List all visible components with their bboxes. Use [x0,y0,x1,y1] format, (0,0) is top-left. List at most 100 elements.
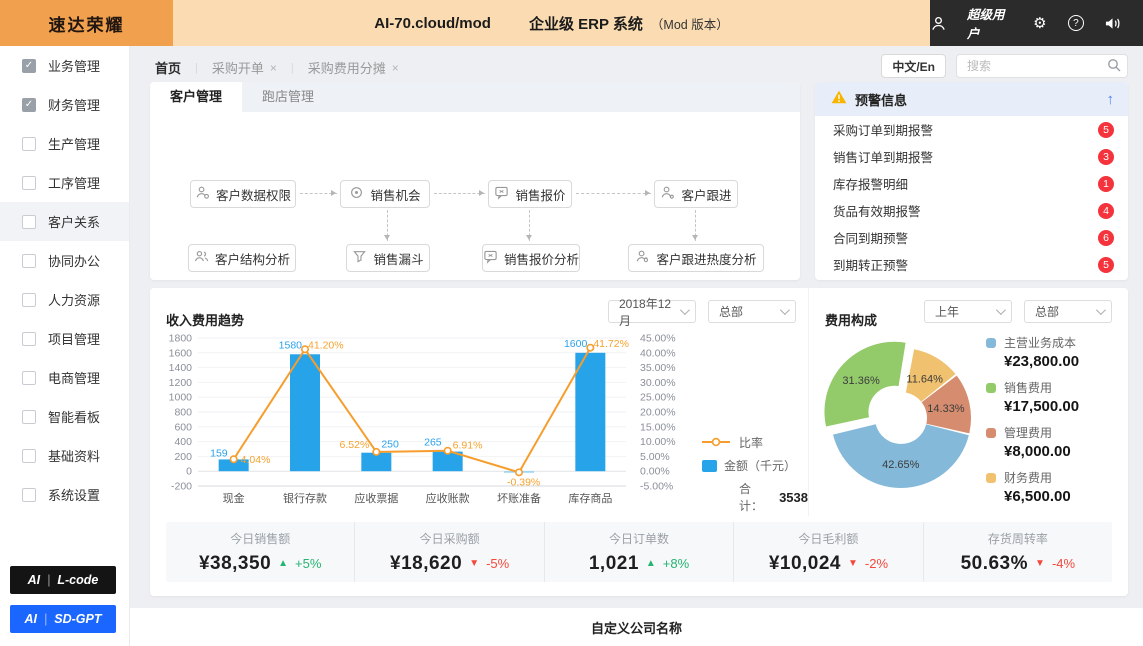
workflow-node[interactable]: 销售机会 [340,180,430,208]
warning-icon [831,90,847,109]
alert-item-label: 合同到期预警 [833,228,1098,247]
svg-text:800: 800 [174,407,192,419]
sidebar-item[interactable]: ✓财务管理 [0,85,129,124]
workflow-tab[interactable]: 客户管理 [150,82,242,112]
language-toggle-button[interactable]: 中文/En [881,54,946,78]
current-user[interactable]: 超级用户 [967,4,1012,42]
sound-icon[interactable] [1104,14,1121,32]
stat-value: ¥18,620 [390,553,462,575]
checkbox-icon[interactable] [22,176,36,190]
alert-count-badge: 3 [1098,149,1114,165]
workflow-node[interactable]: 客户跟进 [654,180,738,208]
org-select[interactable]: 总部 [1024,300,1112,323]
search-icon[interactable] [1107,58,1121,77]
workflow-tab[interactable]: 跑店管理 [242,82,334,112]
donut-legend: 主营业务成本¥23,800.00销售费用¥17,500.00管理费用¥8,000… [986,334,1079,505]
sidebar-item[interactable]: 电商管理 [0,358,129,397]
breadcrumb: 首页|采购开单×|采购费用分摊× [155,58,399,77]
checkbox-icon[interactable] [22,488,36,502]
stat-value: 1,021 [589,553,639,575]
svg-text:600: 600 [174,421,192,433]
app-logo[interactable]: 速达荣耀 [0,0,173,46]
alert-item[interactable]: 采购订单到期报警5 [815,116,1128,143]
svg-text:应收账款: 应收账款 [426,491,470,505]
checkbox-icon[interactable] [22,410,36,424]
alert-item[interactable]: 到期转正预警5 [815,251,1128,278]
breadcrumb-tab[interactable]: 首页 [155,58,181,77]
sidebar-item-label: 电商管理 [48,368,100,387]
ai-sdgpt-badge[interactable]: AI | SD-GPT [10,605,116,633]
workflow-node[interactable]: 销售报价 [488,180,572,208]
legend-dot-icon [986,473,996,483]
checkbox-icon[interactable] [22,215,36,229]
workflow-node[interactable]: 客户结构分析 [188,244,296,272]
sidebar-item[interactable]: 生产管理 [0,124,129,163]
sidebar-item[interactable]: 人力资源 [0,280,129,319]
sidebar-item[interactable]: 协同办公 [0,241,129,280]
workflow-node[interactable]: 销售报价分析 [482,244,580,272]
help-icon[interactable]: ? [1068,14,1084,32]
donut-legend-amount: ¥17,500.00 [1004,398,1079,415]
org-select[interactable]: 总部 [708,300,796,323]
svg-text:1200: 1200 [169,377,193,389]
svg-text:-5.00%: -5.00% [640,481,673,493]
stat-delta: +5% [295,556,321,571]
workflow-node[interactable]: 客户跟进热度分析 [628,244,764,272]
alert-item[interactable]: 销售订单到期报警3 [815,143,1128,170]
searchbox [956,54,1128,78]
svg-text:银行存款: 银行存款 [283,491,327,505]
workflow-node[interactable]: 销售漏斗 [346,244,430,272]
ai-lcode-badge[interactable]: AI | L-code [10,566,116,594]
breadcrumb-tab[interactable]: 采购开单× [212,58,277,77]
sidebar-item[interactable]: 项目管理 [0,319,129,358]
legend-dot-icon [986,383,996,393]
close-icon[interactable]: × [392,61,399,75]
workflow-node-label: 销售机会 [370,185,420,204]
period-select[interactable]: 2018年12月 [608,300,696,323]
sidebar-item[interactable]: 系统设置 [0,475,129,514]
checkbox-icon[interactable] [22,293,36,307]
donut-legend-name-row: 主营业务成本 [986,334,1079,351]
sidebar-item[interactable]: 工序管理 [0,163,129,202]
flow-connector-arrow [387,210,388,241]
sidebar-item[interactable]: 客户关系 [0,202,129,241]
checkbox-icon[interactable] [22,254,36,268]
sidebar-item[interactable]: 智能看板 [0,397,129,436]
alert-item[interactable]: 合同到期预警6 [815,224,1128,251]
stat-value-row: 50.63%▼-4% [961,553,1075,575]
svg-text:159: 159 [210,447,228,459]
checkbox-icon[interactable] [22,371,36,385]
donut-legend-label: 销售费用 [1004,379,1052,396]
workflow-node-label: 销售报价分析 [504,249,579,268]
breadcrumb-tab[interactable]: 采购费用分摊× [308,58,399,77]
svg-text:20.00%: 20.00% [640,407,676,419]
donut-legend-label: 主营业务成本 [1004,334,1076,351]
checkbox-icon[interactable] [22,332,36,346]
alert-item[interactable]: 货品有效期报警4 [815,197,1128,224]
sidebar: ✓业务管理✓财务管理生产管理工序管理客户关系协同办公人力资源项目管理电商管理智能… [0,46,130,646]
checkbox-icon[interactable] [22,449,36,463]
settings-gear-icon[interactable]: ⚙ [1032,14,1048,32]
sidebar-item[interactable]: 基础资料 [0,436,129,475]
close-icon[interactable]: × [270,61,277,75]
svg-text:1600: 1600 [564,338,588,350]
svg-text:6.91%: 6.91% [453,440,483,452]
checkbox-icon[interactable]: ✓ [22,98,36,112]
workflow-node[interactable]: 客户数据权限 [190,180,296,208]
top-controls: 中文/En [881,54,1128,78]
stat-delta: +8% [663,556,689,571]
checkbox-icon[interactable] [22,137,36,151]
workflow-node-label: 客户跟进 [681,185,731,204]
search-input[interactable] [956,54,1128,78]
user-icon[interactable] [930,14,947,32]
badge-label: L-code [57,573,98,587]
sidebar-item[interactable]: ✓业务管理 [0,46,129,85]
erp-app: 速达荣耀 AI-70.cloud/mod 企业级 ERP 系统 （Mod 版本）… [0,0,1143,646]
separator: | [195,62,198,74]
target-icon [349,185,364,203]
alert-item[interactable]: 库存报警明细1 [815,170,1128,197]
collapse-up-icon[interactable]: ↑ [1107,91,1115,108]
donut-legend-amount: ¥23,800.00 [1004,353,1079,370]
checkbox-icon[interactable]: ✓ [22,59,36,73]
donut-chart: 11.64%14.33%42.65%31.36% [813,320,991,512]
